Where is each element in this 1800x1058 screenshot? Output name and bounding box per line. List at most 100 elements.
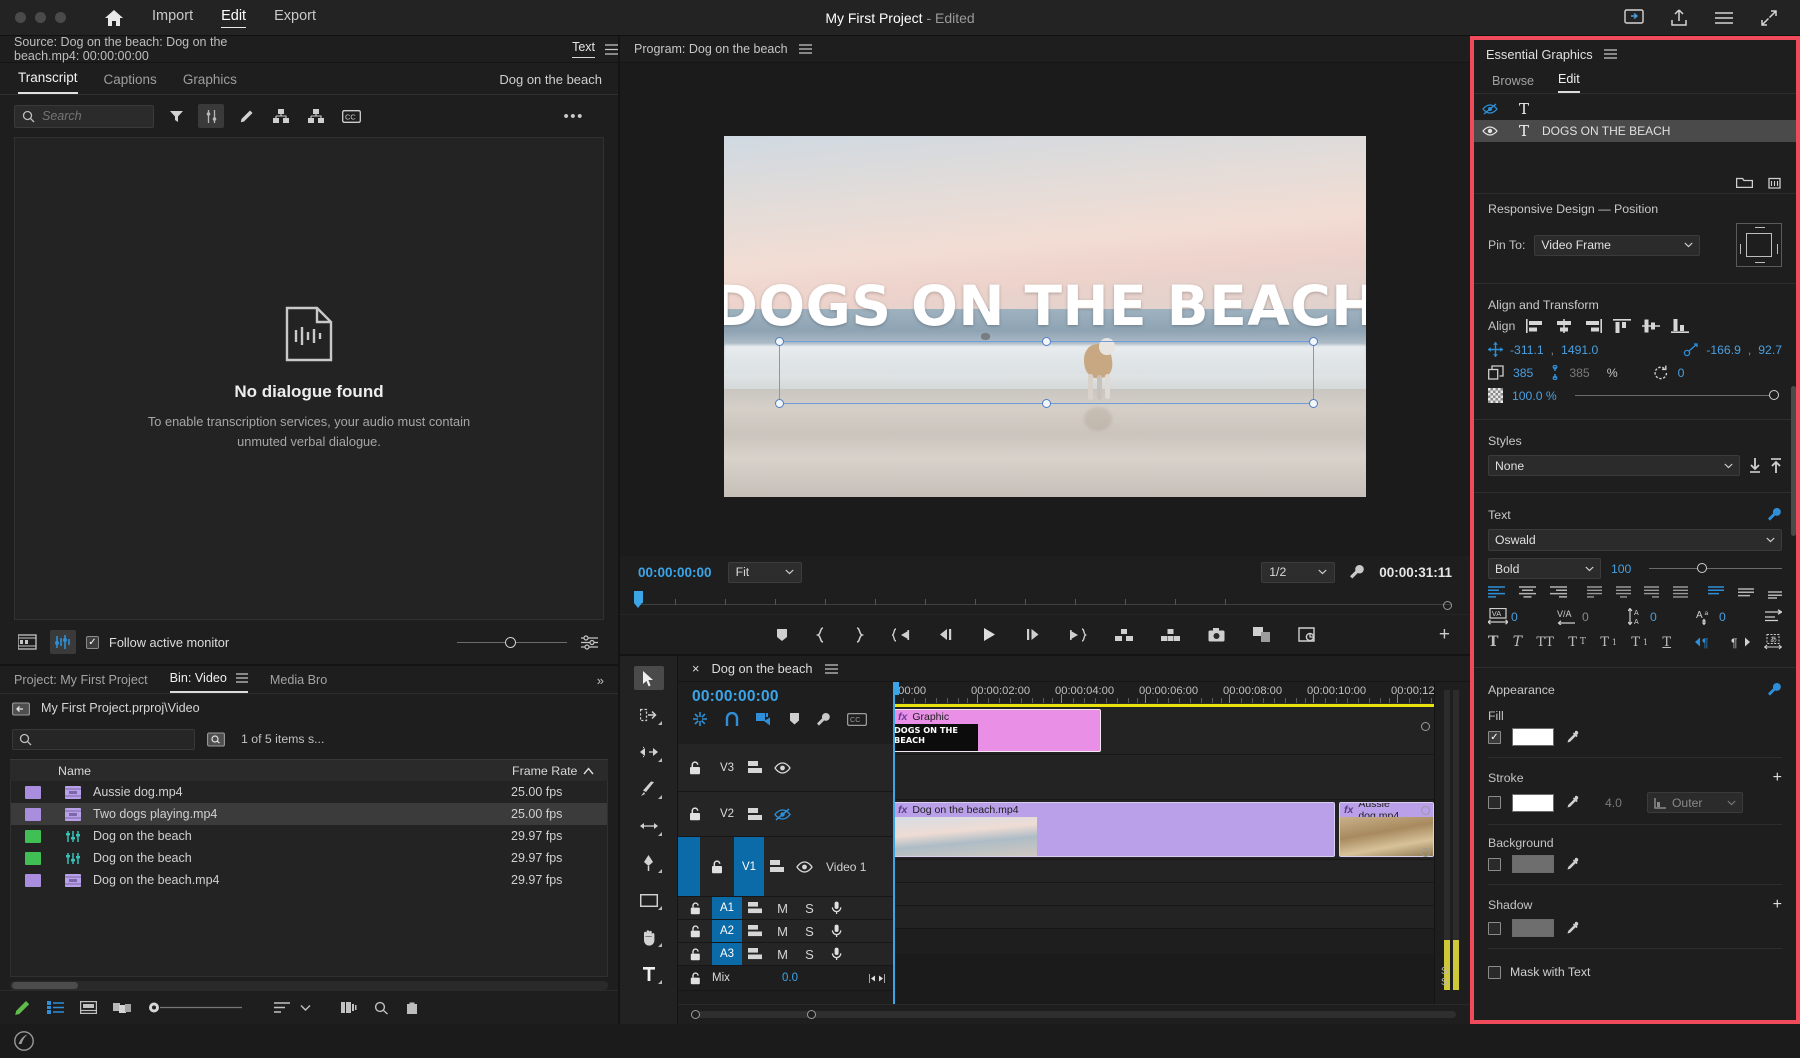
hand-tool[interactable] bbox=[634, 925, 664, 949]
program-ruler-knob[interactable] bbox=[1443, 601, 1452, 610]
font-size-value[interactable]: 100 bbox=[1611, 562, 1639, 576]
align-text-right-icon[interactable] bbox=[1550, 586, 1567, 599]
find-box-icon[interactable] bbox=[207, 732, 225, 747]
column-name[interactable]: Name bbox=[58, 764, 91, 778]
ripple-edit-tool[interactable] bbox=[634, 740, 664, 764]
track-visibility-hidden-icon[interactable] bbox=[769, 808, 796, 821]
track-targeting-icon[interactable] bbox=[742, 761, 769, 774]
add-stroke-button[interactable]: + bbox=[1773, 769, 1782, 787]
program-monitor-ruler[interactable] bbox=[620, 588, 1470, 614]
mask-with-text-checkbox[interactable] bbox=[1488, 966, 1501, 979]
track-targeting-icon[interactable] bbox=[742, 808, 769, 821]
lock-icon[interactable] bbox=[678, 972, 712, 985]
position-icon[interactable] bbox=[1488, 342, 1503, 357]
close-icon[interactable]: × bbox=[692, 661, 699, 676]
text-tab-label[interactable]: Text bbox=[572, 40, 595, 58]
align-text-left-icon[interactable] bbox=[1488, 586, 1505, 599]
baseline-shift-control[interactable]: Aa 0 bbox=[1696, 608, 1726, 625]
mute-button-a2[interactable]: M bbox=[769, 924, 796, 939]
table-row[interactable]: Two dogs playing.mp4 25.00 fps bbox=[11, 803, 607, 825]
background-checkbox[interactable] bbox=[1488, 858, 1501, 871]
track-targeting-icon[interactable] bbox=[742, 902, 769, 914]
more-options-icon[interactable]: ••• bbox=[563, 108, 604, 125]
track-header-v2[interactable]: V2 bbox=[678, 792, 893, 837]
voiceover-icon[interactable] bbox=[823, 947, 850, 961]
align-bottom-icon[interactable] bbox=[1768, 586, 1782, 599]
eyedropper-icon[interactable] bbox=[1565, 730, 1580, 745]
lock-icon[interactable] bbox=[678, 807, 712, 821]
wrench-icon[interactable] bbox=[1767, 682, 1782, 697]
program-duration-timecode[interactable]: 00:00:31:11 bbox=[1379, 565, 1452, 580]
voiceover-icon[interactable] bbox=[823, 901, 850, 915]
voiceover-icon[interactable] bbox=[823, 924, 850, 938]
fullscreen-icon[interactable] bbox=[1760, 9, 1778, 27]
handle-bottom-right[interactable] bbox=[1309, 399, 1318, 408]
tracking-value[interactable]: 0 bbox=[1511, 610, 1518, 624]
subscript-icon[interactable]: T1 bbox=[1631, 635, 1648, 650]
pull-style-up-icon[interactable] bbox=[1770, 458, 1782, 473]
extract-icon[interactable] bbox=[1161, 628, 1180, 642]
search-input[interactable] bbox=[14, 105, 154, 128]
pin-to-select[interactable]: Video Frame bbox=[1534, 235, 1700, 256]
timeline-zoom-knob-bottom[interactable] bbox=[1421, 848, 1430, 857]
rotation-icon[interactable] bbox=[1653, 365, 1669, 380]
layer-row[interactable]: T DOGS ON THE BEACH bbox=[1474, 120, 1796, 142]
share-icon[interactable] bbox=[1670, 9, 1688, 27]
solo-button-a2[interactable]: S bbox=[796, 924, 823, 939]
stroke-position-select[interactable]: Outer bbox=[1647, 792, 1743, 813]
style-select[interactable]: None bbox=[1488, 455, 1740, 476]
project-search-input[interactable] bbox=[12, 729, 195, 750]
project-panel-tabs[interactable]: Project: My First Project Bin: Video Med… bbox=[0, 666, 618, 694]
text-panel-tabs[interactable]: Transcript Captions Graphics Dog on the … bbox=[0, 63, 618, 95]
align-center-horizontal-icon[interactable] bbox=[1555, 319, 1573, 333]
timeline-lane-v1[interactable]: fx Dog on the beach.mp4 fx Aussie dog.mp… bbox=[893, 800, 1434, 860]
handle-top-right[interactable] bbox=[1309, 337, 1318, 346]
justify-last-left-icon[interactable] bbox=[1587, 586, 1602, 599]
meter-solo-labels[interactable]: S S bbox=[1441, 966, 1470, 988]
leading-value[interactable]: 0 bbox=[1650, 610, 1657, 624]
underline-icon[interactable]: T bbox=[1662, 635, 1671, 650]
stroke-width-value[interactable]: 4.0 bbox=[1605, 796, 1622, 810]
find-icon[interactable] bbox=[374, 1001, 389, 1015]
tab-transcript[interactable]: Transcript bbox=[18, 70, 78, 94]
font-family-select[interactable]: Oswald bbox=[1488, 529, 1782, 551]
screen-share-icon[interactable] bbox=[1624, 9, 1644, 26]
window-close-button[interactable] bbox=[15, 12, 26, 23]
panel-menu-icon[interactable] bbox=[825, 664, 838, 674]
timeline-tool-palette[interactable] bbox=[620, 656, 678, 1024]
align-center-vertical-icon[interactable] bbox=[1642, 319, 1660, 333]
track-header-a3[interactable]: A3 M S bbox=[678, 943, 893, 966]
tab-graphics[interactable]: Graphics bbox=[183, 72, 237, 94]
anchor-point-icon[interactable] bbox=[1683, 343, 1699, 357]
text-selection-box[interactable] bbox=[779, 341, 1314, 404]
lock-icon[interactable] bbox=[678, 761, 712, 775]
baseline-value[interactable]: 0 bbox=[1719, 610, 1726, 624]
kerning-control[interactable]: V/A 0 bbox=[1557, 608, 1589, 625]
superscript-icon[interactable]: T1 bbox=[1600, 635, 1617, 650]
track-name-a1[interactable]: A1 bbox=[712, 897, 742, 919]
wrench-icon[interactable] bbox=[1767, 507, 1782, 522]
timeline-sequence-tab[interactable]: × Dog on the beach bbox=[678, 656, 1470, 682]
split-clips-icon[interactable] bbox=[303, 104, 329, 128]
text-panel-tab[interactable]: Text bbox=[572, 40, 618, 58]
clip-graphic[interactable]: fx Graphic DOGS ON THE BEACH bbox=[893, 709, 1101, 752]
track-header-v1[interactable]: V1 Video 1 bbox=[678, 837, 893, 897]
eyedropper-icon[interactable] bbox=[1565, 921, 1580, 936]
icon-view-icon[interactable] bbox=[80, 1001, 97, 1014]
table-row[interactable]: Dog on the beach 29.97 fps bbox=[11, 825, 607, 847]
timeline-playhead[interactable] bbox=[893, 682, 895, 1004]
window-controls[interactable] bbox=[0, 12, 66, 23]
go-to-in-icon[interactable] bbox=[892, 628, 910, 642]
layer-visibility-hidden-icon[interactable] bbox=[1474, 103, 1506, 115]
timeline-lane-v3[interactable]: fx Graphic DOGS ON THE BEACH bbox=[893, 707, 1434, 755]
track-visibility-icon[interactable] bbox=[791, 861, 818, 873]
program-current-timecode[interactable]: 00:00:00:00 bbox=[638, 565, 712, 580]
timeline-lane-a2[interactable] bbox=[893, 883, 1434, 906]
sort-icon[interactable] bbox=[274, 1001, 311, 1014]
position-y-value[interactable]: 1491.0 bbox=[1561, 343, 1598, 357]
mark-in-icon[interactable] bbox=[816, 627, 826, 643]
zoom-slider-icon[interactable] bbox=[148, 1001, 244, 1014]
table-row[interactable]: Aussie dog.mp4 25.00 fps bbox=[11, 781, 607, 803]
all-caps-icon[interactable]: TT bbox=[1536, 635, 1554, 650]
track-targeting-icon[interactable] bbox=[742, 925, 769, 937]
